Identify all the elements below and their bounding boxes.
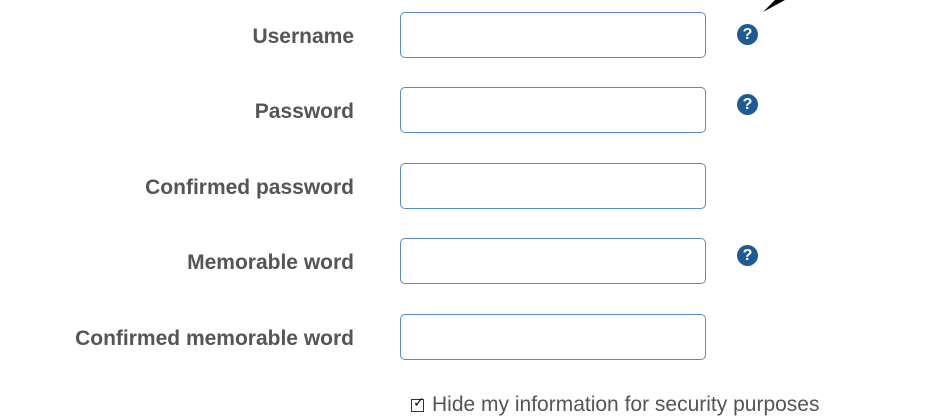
memorable-word-input[interactable]: [400, 238, 706, 284]
confirmed-password-row: Confirmed password: [0, 163, 935, 211]
confirmed-memorable-word-input[interactable]: [400, 314, 706, 360]
hide-info-checkbox[interactable]: ✓: [411, 395, 425, 412]
password-label: Password: [254, 100, 354, 123]
memorable-word-label: Memorable word: [187, 251, 354, 274]
registration-form: Username ? Password ? Confirmed password…: [0, 0, 935, 419]
password-help-icon[interactable]: ?: [737, 94, 758, 115]
hide-info-label: Hide my information for security purpose…: [432, 393, 820, 416]
password-input[interactable]: [400, 87, 706, 133]
confirmed-memorable-word-row: Confirmed memorable word: [0, 314, 935, 362]
confirmed-memorable-word-label: Confirmed memorable word: [75, 327, 354, 350]
username-input[interactable]: [400, 12, 706, 58]
username-label: Username: [252, 25, 354, 48]
checkmark-icon: ✓: [413, 393, 425, 410]
memorable-word-row: Memorable word ?: [0, 238, 935, 286]
confirmed-password-label: Confirmed password: [145, 176, 354, 199]
username-row: Username ?: [0, 12, 935, 60]
password-row: Password ?: [0, 87, 935, 135]
confirmed-password-input[interactable]: [400, 163, 706, 209]
hide-info-option[interactable]: ✓ Hide my information for security purpo…: [411, 392, 820, 418]
username-help-icon[interactable]: ?: [737, 24, 758, 45]
memorable-word-help-icon[interactable]: ?: [737, 245, 758, 266]
